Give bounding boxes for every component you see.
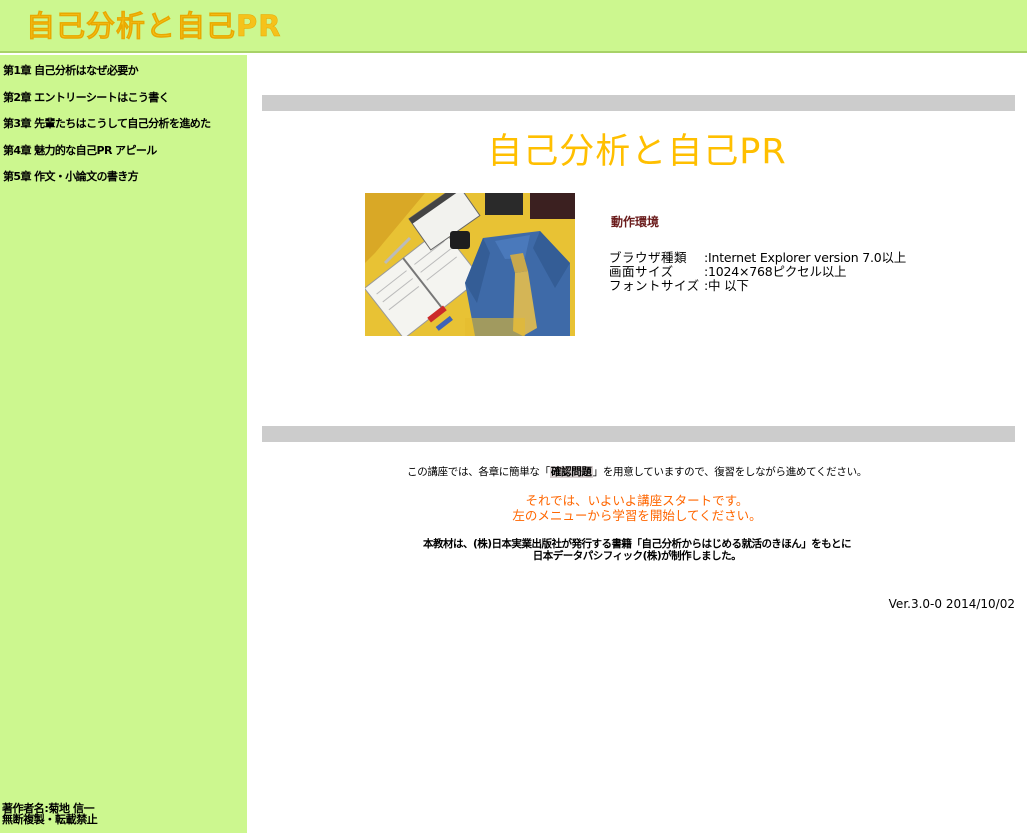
intro-prefix: この講座では、各章に簡単な「: [407, 466, 550, 478]
intro-suffix: 」を用意していますので、復習をしながら進めてください。: [592, 466, 868, 478]
env-value: :1024×768ピクセル以上: [704, 264, 847, 279]
env-row-screen: 画面サイズ :1024×768ピクセル以上: [609, 265, 906, 279]
page-title: 自己分析と自己PR: [487, 132, 787, 172]
environment-table: ブラウザ種類 :Internet Explorer version 7.0以上 …: [609, 251, 906, 293]
env-label: フォントサイズ: [609, 278, 700, 293]
sidebar-item-chapter-2[interactable]: 第2章 エントリーシートはこう書く: [3, 91, 211, 104]
sidebar-item-chapter-5[interactable]: 第5章 作文・小論文の書き方: [3, 170, 211, 183]
bottom-divider: [262, 426, 1015, 442]
credit-line-2: 日本データパシフィック(株)が制作しました。: [532, 550, 742, 562]
env-label: ブラウザ種類: [609, 250, 688, 265]
main-content: 自己分析と自己PR 動作環境 ブラウザ種類:Internet Explorer…: [247, 55, 1027, 833]
version-label: Ver.3.0-0 2014/10/02: [888, 597, 1015, 611]
shirt-and-planner-image: [365, 193, 575, 336]
sidebar: 第1章 自己分析はなぜ必要か 第2章 エントリーシートはこう書く 第3章 先輩た…: [0, 55, 247, 833]
credit-line-1: 本教材は、(株)日本実業出版社が発行する書籍「自己分析からはじめる就活のきほん」…: [422, 538, 852, 550]
env-value: :中 以下: [704, 278, 749, 293]
env-value: :Internet Explorer version 7.0以上: [704, 250, 907, 265]
credit-text: 本教材は、(株)日本実業出版社が発行する書籍「自己分析からはじめる就活のきほん」…: [247, 538, 1027, 562]
intro-text: この講座では、各章に簡単な「確認問題」を用意していますので、復習をしながら進めて…: [247, 465, 1027, 479]
copyright-notice: 無断複製・転載禁止: [2, 813, 98, 826]
site-title: 自己分析と自己PR: [26, 9, 282, 44]
start-message-line-1: それでは、いよいよ講座スタートです。: [525, 493, 749, 508]
start-message-line-2: 左のメニューから学習を開始してください。: [512, 508, 762, 523]
sidebar-item-chapter-4[interactable]: 第4章 魅力的な自己PR アピール: [3, 144, 211, 157]
env-row-font: フォントサイズ :中 以下: [609, 279, 906, 293]
environment-heading: 動作環境: [611, 215, 660, 229]
top-divider: [262, 95, 1015, 111]
env-label: 画面サイズ: [609, 264, 674, 279]
chapter-menu: 第1章 自己分析はなぜ必要か 第2章 エントリーシートはこう書く 第3章 先輩た…: [3, 64, 211, 197]
env-row-browser: ブラウザ種類 :Internet Explorer version 7.0以上: [609, 251, 906, 265]
start-message: それでは、いよいよ講座スタートです。 左のメニューから学習を開始してください。: [247, 493, 1027, 523]
header-bar: 自己分析と自己PR: [0, 0, 1027, 53]
quiz-highlight: 確認問題: [549, 466, 593, 478]
sidebar-footer: 著作者名:菊地 信一 無断複製・転載禁止: [2, 803, 98, 826]
sidebar-item-chapter-3[interactable]: 第3章 先輩たちはこうして自己分析を進めた: [3, 117, 211, 130]
sidebar-item-chapter-1[interactable]: 第1章 自己分析はなぜ必要か: [3, 64, 211, 77]
